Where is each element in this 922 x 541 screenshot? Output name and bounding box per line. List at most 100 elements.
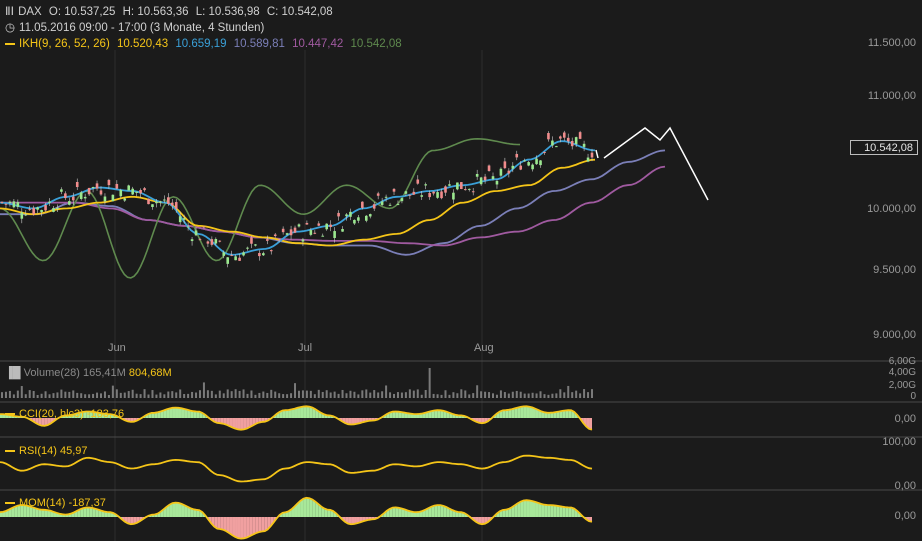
volume-bar [266,392,269,398]
cci-fill [517,406,521,418]
chart-canvas[interactable] [0,0,922,541]
candle-body [424,184,427,186]
forecast-drawing [595,126,709,201]
cci-fill [306,406,310,418]
candle-body [440,191,443,199]
volume-bar [464,390,467,398]
month-label: Jul [298,342,313,354]
volume-bar [535,393,538,398]
volume-bar [119,392,122,398]
cci-fill [282,410,286,418]
candle-body [174,202,178,209]
volume-bar [416,389,419,398]
volume-bar [111,385,114,398]
candle-body [226,257,230,264]
mom-tick: 0,00 [894,510,916,522]
candle-body [178,216,182,223]
candle-body [341,228,344,232]
candle-body [471,191,475,193]
volume-bar [147,394,150,398]
volume-bar [64,391,67,398]
candle-body [523,160,526,162]
volume-bar [480,391,483,398]
mom-fill [261,517,265,532]
month-label: Aug [474,342,494,354]
price-tick: 11.500,00 [867,37,916,49]
rsi-tick: 0,00 [894,480,916,492]
candle-body [582,143,586,147]
cci-fill [235,418,238,430]
candle-body [95,183,99,189]
volume-bar [313,394,316,398]
candle-body [167,197,170,204]
volume-bar [337,393,340,398]
candle-body [68,201,71,205]
mom-fill [440,505,444,517]
candle-body [404,191,408,194]
mom-fill [395,507,399,517]
price-tick: 9.000,00 [873,329,916,341]
volume-bar [24,394,27,398]
cci-fill [523,406,527,418]
volume-bar [214,394,217,398]
cci-fill [240,418,244,430]
ichimoku-lines [0,137,666,279]
volume-bar [440,394,443,398]
volume-bar [488,392,491,398]
cci-fill [303,406,307,418]
mom-fill [562,506,566,517]
volume-bar [575,390,578,398]
volume-tick: 2,00G [888,380,916,391]
candle-body [313,232,317,234]
candle-body [123,198,127,201]
cci-fill [437,410,441,418]
candle-body [361,201,364,208]
volume-bar [428,368,431,398]
volume-bar [357,394,360,398]
volume-legend[interactable]: ▐█ Volume(28) 165,41M 804,68M [5,367,172,379]
candle-body [131,188,134,195]
mom-fill [240,517,244,539]
candle-body [246,247,249,249]
volume-bar [507,393,510,398]
candle-body [202,226,206,228]
cci-legend[interactable]: CCI(20, hlc3) -183,76 [5,408,124,420]
cci-fill [172,407,176,418]
candle-body [400,198,404,202]
candle-body [432,191,435,194]
candle-body [456,182,459,190]
mom-legend[interactable]: MOM(14) -187,37 [5,497,106,509]
candle-body [91,187,95,189]
candle-body [56,207,59,209]
volume-bar [12,394,15,398]
candle-body [99,190,103,195]
candle-body [436,192,439,198]
volume-bar [543,394,546,398]
volume-bar [412,390,415,398]
candle-body [380,201,384,205]
volume-bar [369,392,372,398]
volume-bar [511,391,514,398]
volume-bar [171,391,174,398]
mom-fill [232,517,236,537]
volume-bar [484,391,487,398]
candle-body [475,173,479,177]
candle-body [448,184,451,186]
volume-bar [389,392,392,398]
candle-body [527,162,530,166]
candle-body [52,208,55,212]
volume-bar [365,389,368,398]
volume-value-1: 165,41M [82,367,126,379]
volume-bar [135,393,138,398]
volume-bar [107,394,110,398]
candle-body [503,161,507,169]
candle-body [396,204,400,206]
candle-body [444,186,447,193]
candle-body [368,214,372,217]
mom-fill [243,517,247,539]
volume-bar [492,393,495,398]
rsi-legend[interactable]: RSI(14) 45,97 [5,445,88,457]
volume-bar [294,383,297,398]
mom-fill [544,504,548,517]
candle-body [539,160,542,166]
